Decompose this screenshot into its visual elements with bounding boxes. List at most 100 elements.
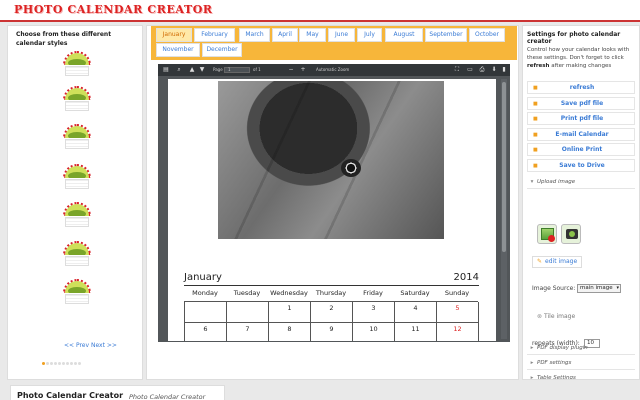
settings-panel: Settings for photo calendar creator Cont… xyxy=(522,25,640,380)
weekday-header: Tuesday xyxy=(233,289,261,297)
zoom-out-icon[interactable]: − xyxy=(288,67,294,73)
calendar-day-cell: 5 xyxy=(437,302,479,323)
pagination-dot[interactable] xyxy=(54,362,57,365)
tab-april[interactable]: April xyxy=(272,28,298,42)
page-down-icon[interactable]: ▼ xyxy=(199,67,205,73)
style-thumbnail-5[interactable] xyxy=(63,202,91,228)
upload-image-section[interactable]: ▾ Upload image xyxy=(527,176,635,189)
tab-october[interactable]: October xyxy=(469,28,505,42)
tab-june[interactable]: June xyxy=(328,28,355,42)
camera-icon[interactable] xyxy=(561,224,581,244)
tile-icon: ⊗ xyxy=(537,313,543,320)
tab-august[interactable]: August xyxy=(385,28,423,42)
page-up-icon[interactable]: ▲ xyxy=(189,67,195,73)
pagination-dot[interactable] xyxy=(74,362,77,365)
weekday-header: Friday xyxy=(363,289,383,297)
pagination-dot[interactable] xyxy=(58,362,61,365)
zoom-in-icon[interactable]: + xyxy=(300,67,306,73)
tab-january[interactable]: January xyxy=(156,28,192,42)
calendar-month-title: January xyxy=(184,272,222,283)
upload-photo-icon[interactable] xyxy=(537,224,557,244)
style-thumbnail-2[interactable] xyxy=(63,86,91,112)
tile-image-button[interactable]: ⊗ Tile image xyxy=(537,313,575,321)
calendar-day-cell: 12 xyxy=(437,323,479,341)
button-label: Print pdf file xyxy=(560,115,604,122)
pdf-scrollbar-thumb[interactable] xyxy=(502,82,506,252)
button-label: Save to Drive xyxy=(559,161,605,169)
settings-description: Control how your calendar looks with the… xyxy=(527,46,633,70)
app-logo[interactable]: PHOTO CALENDAR CREATOR xyxy=(14,3,213,16)
calendar-divider xyxy=(184,285,479,286)
tab-december[interactable]: December xyxy=(202,43,242,57)
save-to-drive-button[interactable]: ■ Save to Drive xyxy=(527,158,635,172)
section-label: PDF settings xyxy=(537,360,572,366)
pagination-dot[interactable] xyxy=(62,362,65,365)
calendar-day-cell: 11 xyxy=(395,323,437,341)
style-thumbnail-6[interactable] xyxy=(63,241,91,267)
tile-image-label: Tile image xyxy=(544,313,576,320)
page-label: Page xyxy=(213,67,223,72)
print-icon[interactable]: ⎙ xyxy=(479,67,485,73)
bookmark-icon[interactable]: ▮ xyxy=(501,67,507,73)
footer-subtitle: Photo Calendar Creator xyxy=(129,393,206,400)
pagination-dot[interactable] xyxy=(50,362,53,365)
weekday-header: Thursday xyxy=(315,289,347,297)
app-header: PHOTO CALENDAR CREATOR xyxy=(0,0,640,22)
weekday-header: Saturday xyxy=(400,289,430,297)
pagination-dot[interactable] xyxy=(42,362,45,365)
tab-march[interactable]: March xyxy=(239,28,270,42)
zoom-select[interactable]: Automatic Zoom xyxy=(316,66,349,74)
style-thumbnail-4[interactable] xyxy=(63,164,91,190)
weekday-header: Sunday xyxy=(444,289,470,297)
open-file-icon[interactable]: ▭ xyxy=(467,67,473,73)
sidebar-toggle-icon[interactable]: ▤ xyxy=(163,67,169,73)
tab-november[interactable]: November xyxy=(156,43,200,57)
pdf-toolbar: ▤ ⌕ ▲ ▼ Page 1 of 1 − + Automatic Zoom ⛶… xyxy=(158,64,510,76)
settings-desc-end: after making changes xyxy=(549,63,612,69)
section-table-settings[interactable]: ▸ Table Settings xyxy=(527,372,635,380)
tab-july[interactable]: July xyxy=(357,28,382,42)
pdf-viewer: ▤ ⌕ ▲ ▼ Page 1 of 1 − + Automatic Zoom ⛶… xyxy=(158,64,510,342)
edit-image-label: edit image xyxy=(545,258,578,265)
image-source-select[interactable]: main image xyxy=(577,284,621,293)
online-print-button[interactable]: ■ Online Print xyxy=(527,143,635,156)
calendar-day-cell xyxy=(227,302,269,323)
calendar-day-cell: 7 xyxy=(227,323,269,341)
pagination-dot[interactable] xyxy=(78,362,81,365)
edit-image-button[interactable]: ✎ edit image xyxy=(532,256,582,268)
calendar-day-cell: 10 xyxy=(353,323,395,341)
calendar-preview-panel: January February March April May June July Augu… xyxy=(146,25,519,380)
calendar-day-cell: 1 xyxy=(269,302,311,323)
chevron-right-icon: ▸ xyxy=(530,375,534,380)
calendar-day-cell: 4 xyxy=(395,302,437,323)
tab-february[interactable]: February xyxy=(194,28,235,42)
calendar-day-cell: 9 xyxy=(311,323,353,341)
style-thumbnail-7[interactable] xyxy=(63,279,91,305)
presentation-icon[interactable]: ⛶ xyxy=(454,67,460,73)
extension-footer: Photo Calendar Creator Photo Calendar Cr… xyxy=(10,385,225,400)
tab-may[interactable]: May xyxy=(299,28,326,42)
refresh-button[interactable]: ■ refresh xyxy=(527,81,635,94)
pagination-dot[interactable] xyxy=(66,362,69,365)
pagination-dot[interactable] xyxy=(70,362,73,365)
style-thumbnail-3[interactable] xyxy=(63,124,91,150)
pagination-dots[interactable] xyxy=(42,350,112,365)
page-total: of 1 xyxy=(253,67,261,72)
save-pdf-file-button[interactable]: ■ Save pdf file xyxy=(527,96,635,110)
chevron-down-icon: ▾ xyxy=(530,179,534,185)
print-pdf-file-button[interactable]: ■ Print pdf file xyxy=(527,112,635,125)
section-pdf-settings[interactable]: ▸ PDF settings xyxy=(527,357,635,370)
settings-desc-bold: refresh xyxy=(527,63,550,69)
pagination-dot[interactable] xyxy=(46,362,49,365)
weekday-header: Monday xyxy=(192,289,218,297)
section-pdf-display-plugin[interactable]: ▸ PDF display plugin xyxy=(527,342,635,355)
settings-title: Settings for photo calendar creator xyxy=(527,31,621,45)
calendar-day-cell xyxy=(185,302,227,323)
e-mail-calendar-button[interactable]: ■ E-mail Calendar xyxy=(527,127,635,141)
download-icon[interactable]: ⬇ xyxy=(491,67,497,73)
prev-next-link[interactable]: << Prev Next >> xyxy=(64,342,117,349)
calendar-day-cell: 6 xyxy=(185,323,227,341)
find-icon[interactable]: ⌕ xyxy=(176,67,182,73)
tab-september[interactable]: September xyxy=(425,28,467,42)
style-thumbnail-1[interactable] xyxy=(63,51,91,77)
